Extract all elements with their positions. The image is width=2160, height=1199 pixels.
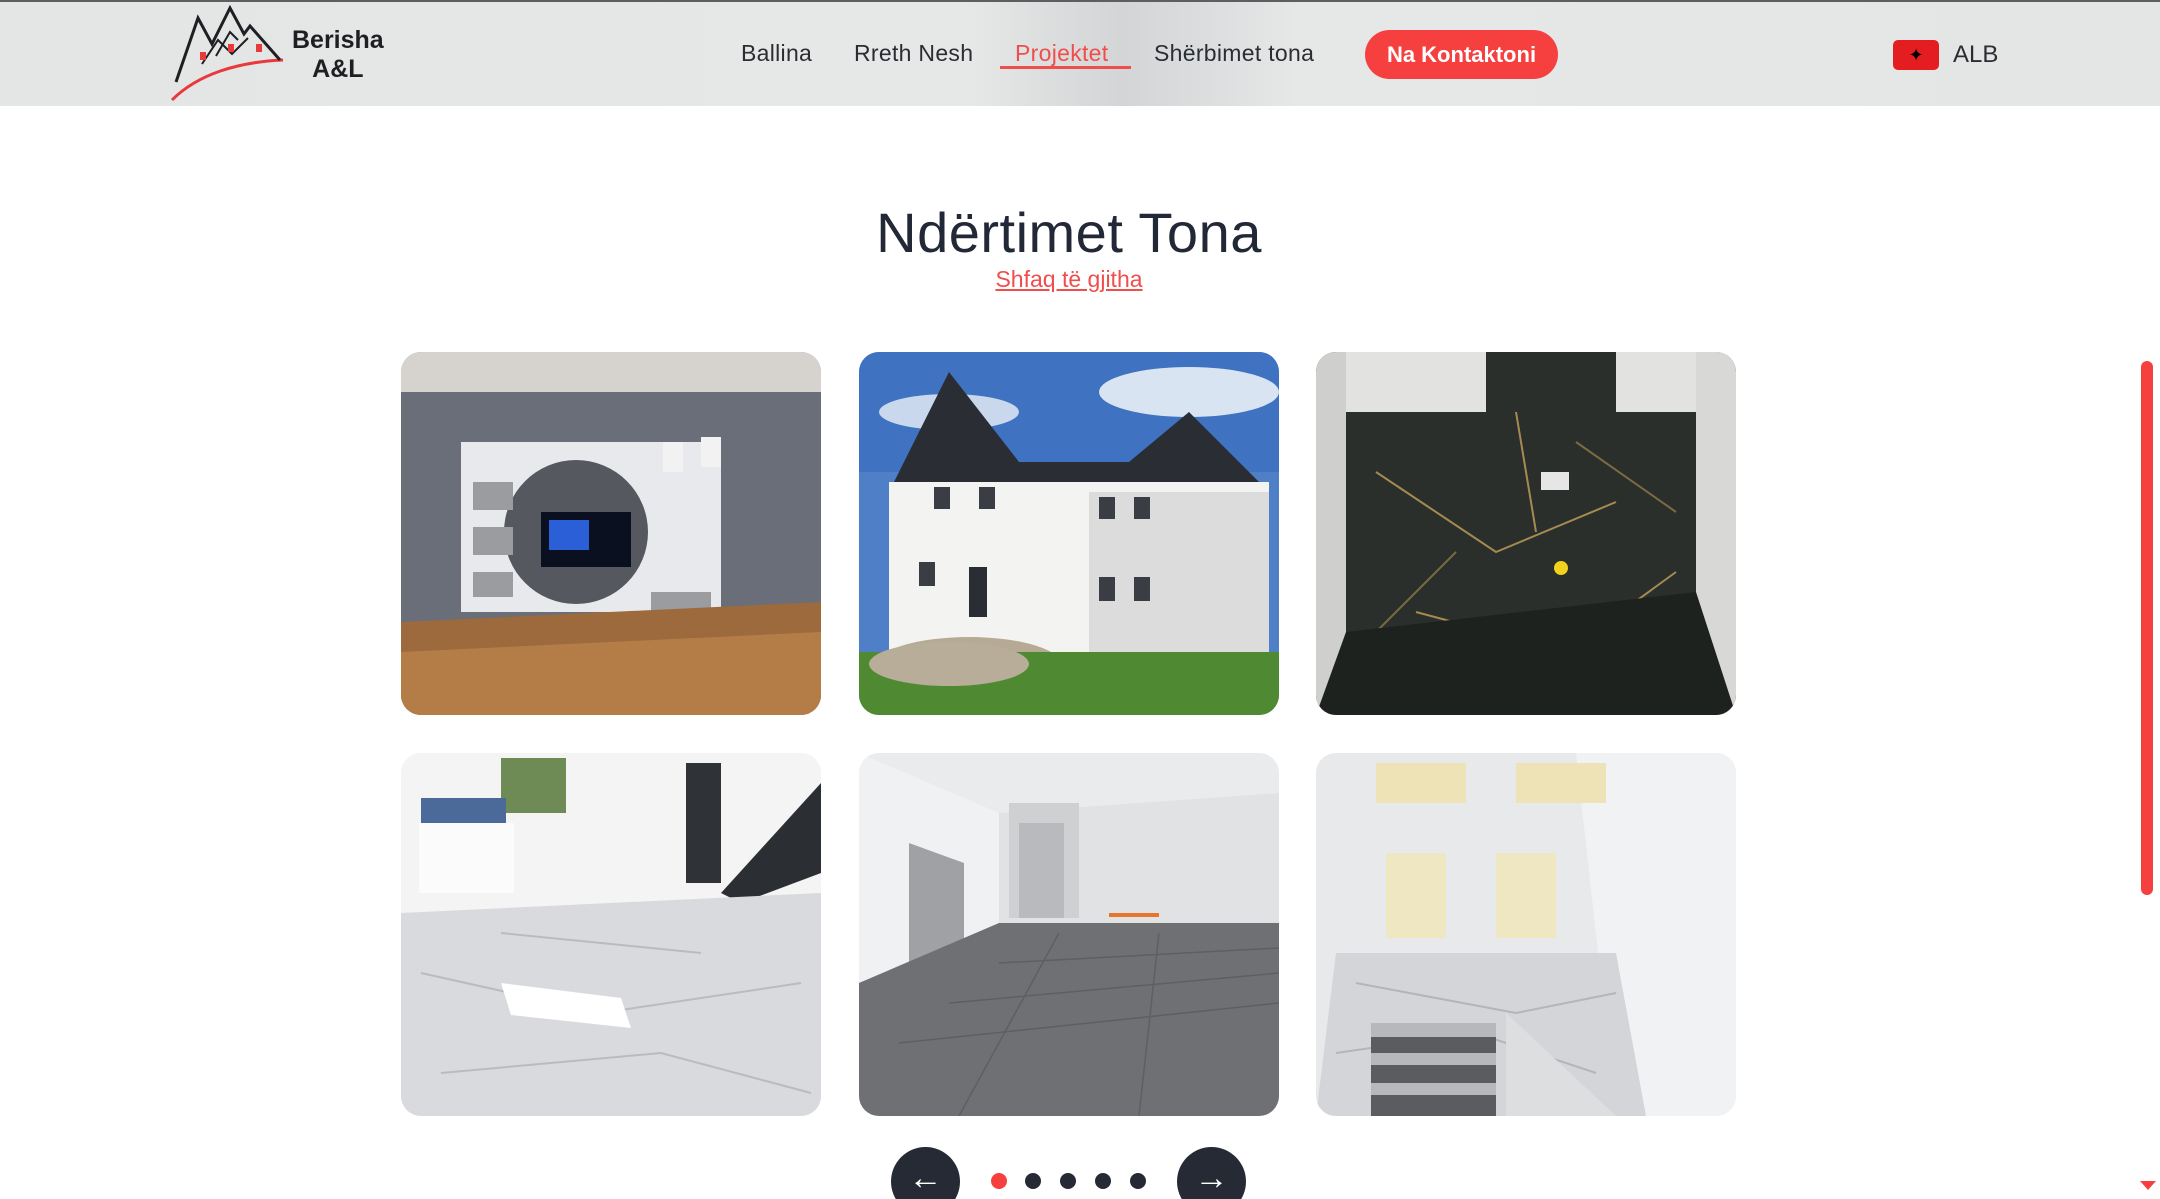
white-house-exterior-photo[interactable] xyxy=(859,352,1279,715)
nav-item-ballina[interactable]: Ballina xyxy=(741,40,812,67)
site-header: Berisha A&L Ballina Rreth Nesh Projektet… xyxy=(0,0,2160,106)
logo-text: Berisha A&L xyxy=(292,26,384,84)
carousel-dot-4[interactable] xyxy=(1095,1173,1111,1189)
logo-text-line2: A&L xyxy=(312,55,364,83)
dark-marble-bathroom-photo[interactable] xyxy=(1316,352,1736,715)
carousel-dot-2[interactable] xyxy=(1025,1173,1041,1189)
house-mountain-logo-icon xyxy=(170,4,284,102)
nav-item-projektet[interactable]: Projektet xyxy=(1015,40,1108,67)
living-room-tv-wall-photo[interactable] xyxy=(401,352,821,715)
carousel-dot-1[interactable] xyxy=(991,1173,1007,1189)
logo[interactable]: Berisha A&L xyxy=(168,4,398,102)
carousel-dot-5[interactable] xyxy=(1130,1173,1146,1189)
carousel-dot-3[interactable] xyxy=(1060,1173,1076,1189)
arrow-right-icon: → xyxy=(1194,1159,1229,1197)
carousel-next-button[interactable]: → xyxy=(1177,1147,1246,1199)
grey-tile-empty-room-photo[interactable] xyxy=(859,753,1279,1116)
scrollbar-thumb[interactable] xyxy=(2141,361,2153,895)
nav-item-sherbimet-tona[interactable]: Shërbimet tona xyxy=(1154,40,1314,67)
arrow-left-icon: ← xyxy=(908,1159,943,1197)
language-selector[interactable]: ✦ ALB xyxy=(1893,40,1998,70)
show-all-link[interactable]: Shfaq të gjitha xyxy=(0,266,2138,293)
language-label: ALB xyxy=(1953,41,1999,68)
albania-flag-icon: ✦ xyxy=(1893,40,1939,70)
nav-item-rreth-nesh[interactable]: Rreth Nesh xyxy=(854,40,973,67)
scroll-down-arrow-icon[interactable] xyxy=(2140,1181,2156,1190)
contact-button[interactable]: Na Kontaktoni xyxy=(1365,30,1558,79)
active-nav-underline xyxy=(1000,66,1131,69)
marble-stairs-skylight-photo[interactable] xyxy=(1316,753,1736,1116)
carousel-prev-button[interactable]: ← xyxy=(891,1147,960,1199)
marble-floor-staircase-photo[interactable] xyxy=(401,753,821,1116)
section-title: Ndërtimet Tona xyxy=(876,201,1262,264)
logo-text-line1: Berisha xyxy=(292,26,384,54)
